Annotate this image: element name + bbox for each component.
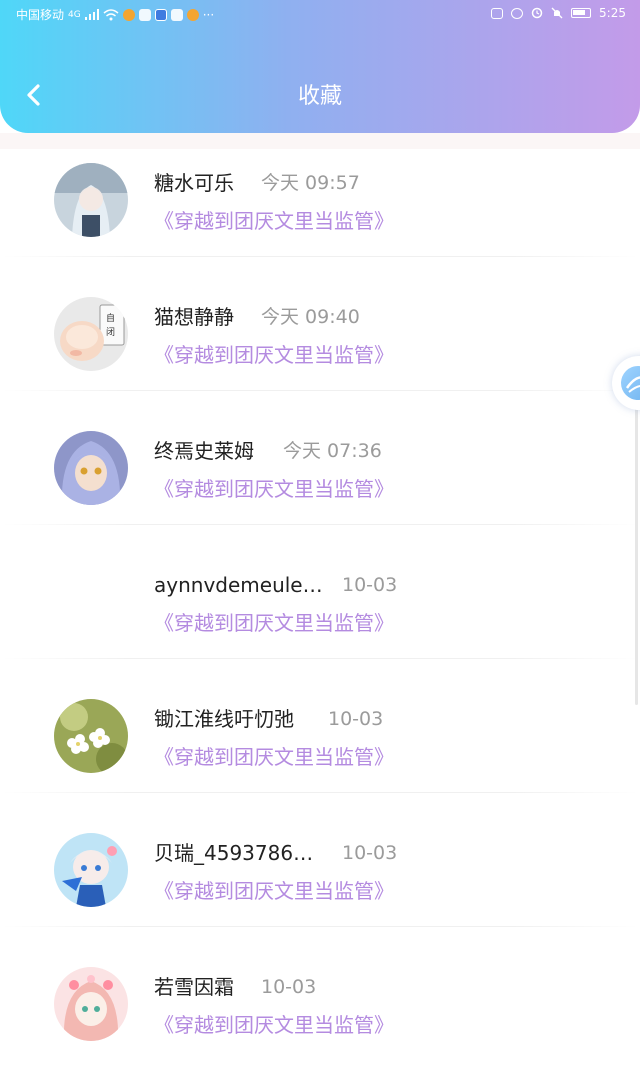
app-notification-icon (186, 8, 199, 21)
app-notification-icon (122, 8, 135, 21)
app-notification-icon (138, 8, 151, 21)
avatar[interactable] (54, 833, 128, 907)
status-time: 5:25 (599, 6, 626, 20)
favorites-list: 糖水可乐 今天 09:57 《穿越到团厌文里当监管》 自 闭 猫想静静 今天 0… (0, 149, 640, 1066)
divider (0, 792, 640, 793)
signal-icon (84, 9, 99, 20)
back-button[interactable] (20, 80, 50, 110)
divider (0, 524, 640, 525)
book-title-link[interactable]: 《穿越到团厌文里当监管》 (154, 877, 394, 905)
divider (0, 256, 640, 257)
user-name: 锄江淮线吁忉弛 (154, 707, 294, 731)
favorite-time: 10-03 (261, 976, 317, 998)
book-title-link[interactable]: 《穿越到团厌文里当监管》 (154, 475, 394, 503)
favorites-screen: 中国移动 4G ··· 5:25 收藏 糖水可乐 今天 09:57 《穿越到团厌… (0, 0, 640, 1066)
battery-icon (571, 8, 592, 18)
favorite-time: 今天 09:57 (261, 172, 360, 194)
svg-text:闭: 闭 (106, 326, 115, 338)
status-bar-left: 中国移动 4G ··· (16, 6, 214, 23)
divider (0, 390, 640, 391)
divider (0, 658, 640, 659)
list-item[interactable]: 自 闭 猫想静静 今天 09:40 《穿越到团厌文里当监管》 (0, 283, 640, 417)
app-notification-icon (170, 8, 183, 21)
more-notifications-icon: ··· (202, 7, 215, 22)
user-name: 糖水可乐 (154, 171, 234, 195)
avatar[interactable] (54, 163, 128, 237)
app-notification-icon (154, 8, 167, 21)
user-name: 贝瑞_4593786… (154, 841, 314, 865)
list-top-strip (0, 133, 640, 149)
user-name: 终焉史莱姆 (154, 439, 254, 463)
avatar[interactable] (54, 565, 128, 639)
user-name: 猫想静静 (154, 305, 234, 329)
page-title: 收藏 (297, 84, 342, 109)
chevron-left-icon (27, 84, 40, 106)
carrier-label: 中国移动 (16, 8, 65, 22)
favorite-time: 今天 09:40 (261, 306, 360, 328)
list-item[interactable]: 锄江淮线吁忉弛 10-03 《穿越到团厌文里当监管》 (0, 685, 640, 819)
avatar[interactable]: 自 闭 (54, 297, 128, 371)
list-item[interactable]: aynnvdemeule… 10-03 《穿越到团厌文里当监管》 (0, 551, 640, 685)
user-name: 若雪因霜 (154, 975, 234, 999)
user-name: aynnvdemeule… (154, 573, 323, 597)
hd-icon (491, 7, 504, 19)
nfc-icon (511, 7, 524, 19)
header-bar: 中国移动 4G ··· 5:25 收藏 (0, 0, 640, 133)
network-label: 4G (68, 9, 81, 20)
favorite-time: 10-03 (342, 842, 398, 864)
favorite-time: 10-03 (342, 574, 398, 596)
book-title-link[interactable]: 《穿越到团厌文里当监管》 (154, 1011, 394, 1039)
avatar[interactable] (54, 699, 128, 773)
alarm-icon (531, 7, 543, 19)
avatar[interactable] (54, 431, 128, 505)
list-item[interactable]: 终焉史莱姆 今天 07:36 《穿越到团厌文里当监管》 (0, 417, 640, 551)
list-item[interactable]: 糖水可乐 今天 09:57 《穿越到团厌文里当监管》 (0, 149, 640, 283)
favorite-time: 今天 07:36 (283, 440, 382, 462)
scrollbar[interactable] (635, 395, 638, 705)
divider (0, 926, 640, 927)
book-title-link[interactable]: 《穿越到团厌文里当监管》 (154, 207, 394, 235)
status-bar-right: 5:25 (491, 6, 626, 20)
list-item[interactable]: 若雪因霜 10-03 《穿越到团厌文里当监管》 (0, 953, 640, 1066)
favorite-time: 10-03 (328, 708, 384, 730)
book-title-link[interactable]: 《穿越到团厌文里当监管》 (154, 743, 394, 771)
status-bar: 中国移动 4G ··· 5:25 (0, 0, 640, 28)
avatar[interactable] (54, 967, 128, 1041)
list-item[interactable]: 贝瑞_4593786… 10-03 《穿越到团厌文里当监管》 (0, 819, 640, 953)
book-title-link[interactable]: 《穿越到团厌文里当监管》 (154, 341, 394, 369)
floating-ball-icon (621, 366, 640, 400)
wifi-icon (103, 8, 119, 20)
mute-icon (551, 7, 563, 19)
book-title-link[interactable]: 《穿越到团厌文里当监管》 (154, 609, 394, 637)
svg-text:自: 自 (106, 312, 115, 324)
